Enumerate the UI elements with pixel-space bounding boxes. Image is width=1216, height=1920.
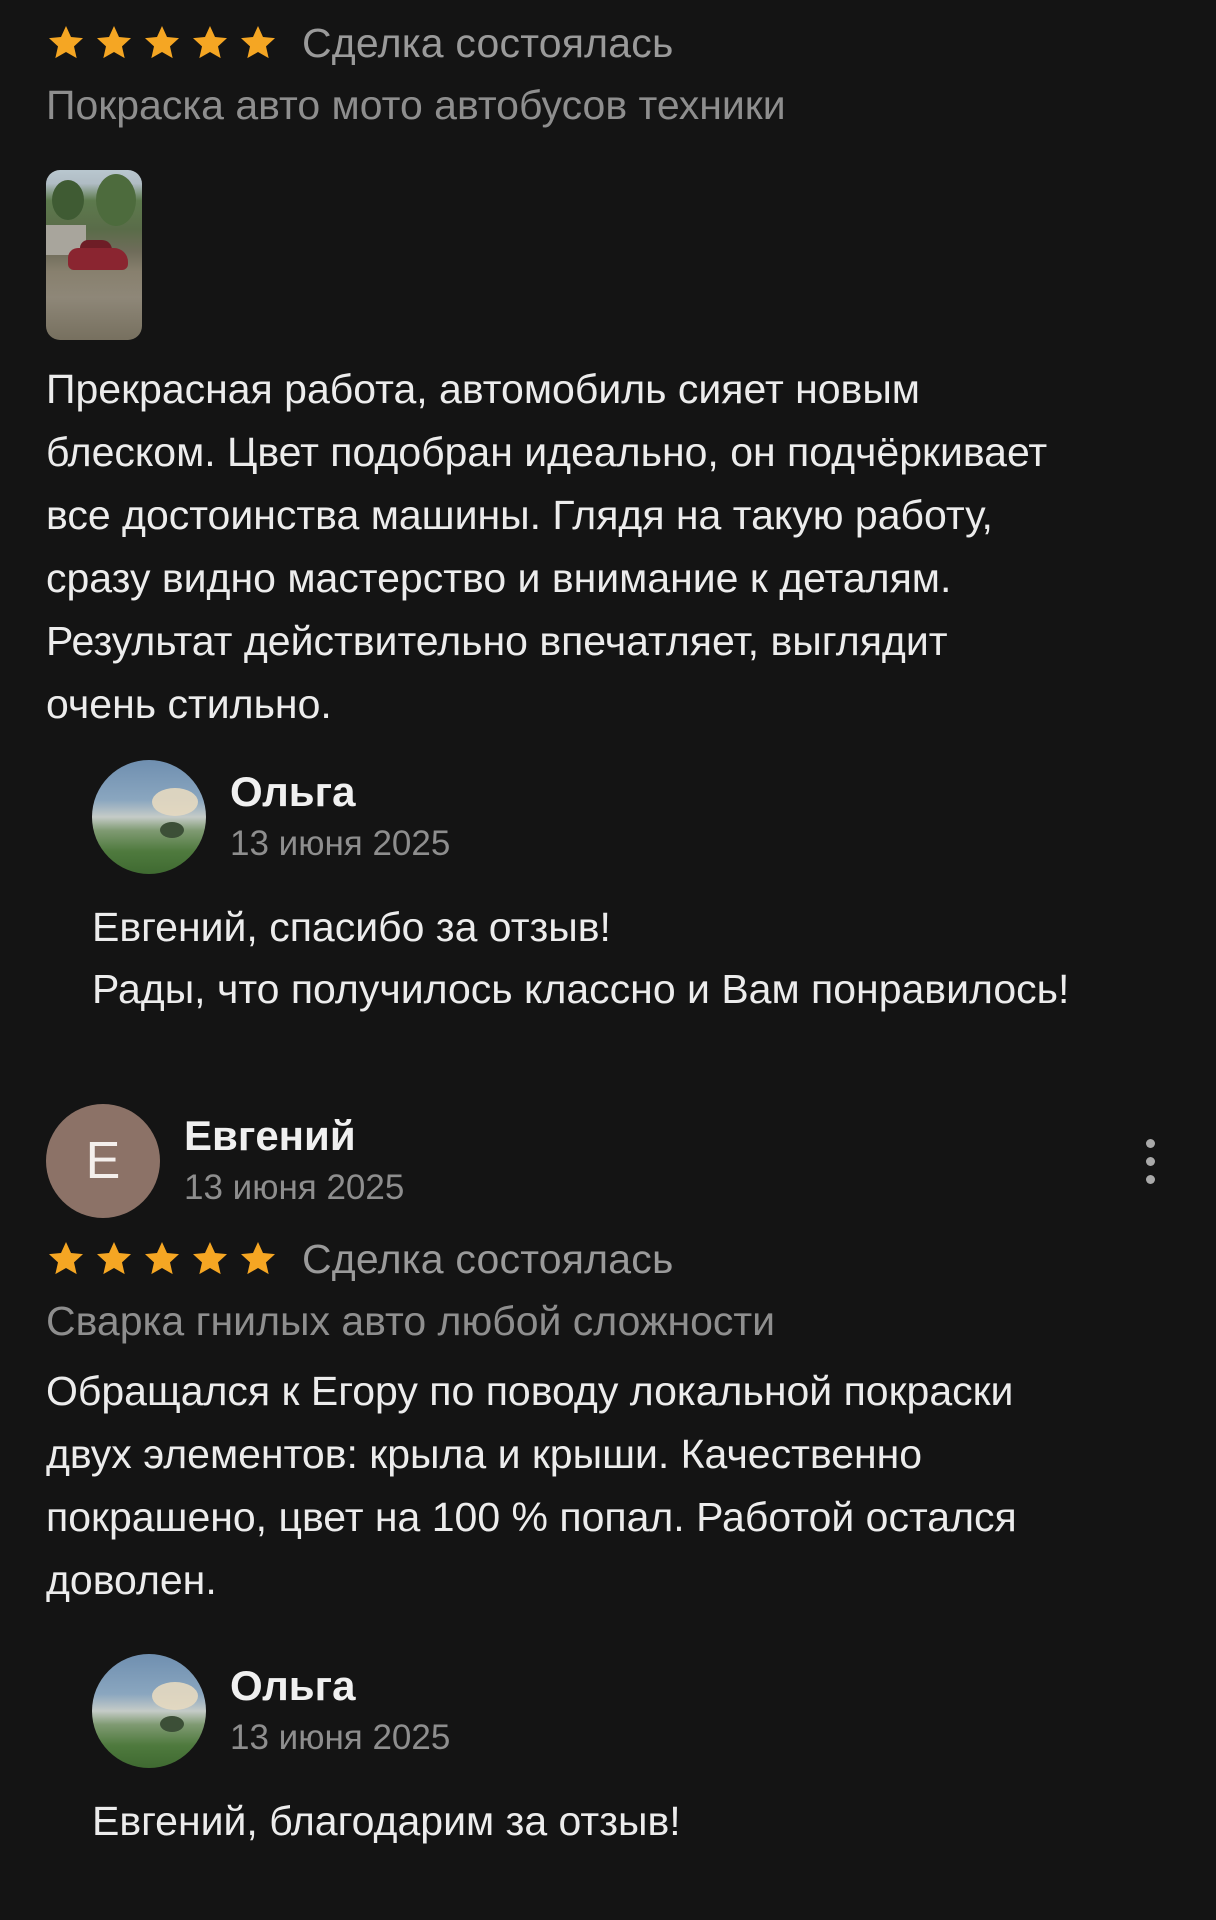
star-rating: [46, 23, 278, 63]
review-photo-thumbnail[interactable]: [46, 170, 142, 340]
star-icon: [49, 1242, 83, 1275]
review-author-row: Е Евгений 13 июня 2025: [46, 1104, 1170, 1218]
avatar[interactable]: [92, 760, 206, 874]
author-name[interactable]: Евгений: [184, 1109, 404, 1163]
more-options-button[interactable]: [1130, 1131, 1170, 1191]
review-card: Е Евгений 13 июня 2025 Сделка состоялась: [46, 1104, 1170, 1612]
service-name[interactable]: Сварка гнилых авто любой сложности: [46, 1290, 1170, 1352]
review-text: Обращался к Егору по поводу локальной по…: [46, 1368, 1017, 1603]
author-info: Ольга 13 июня 2025: [230, 765, 450, 869]
avatar-detail: [160, 822, 184, 838]
avatar-detail: [160, 1716, 184, 1732]
service-name[interactable]: Покраска авто мото автобусов техники: [46, 74, 1170, 136]
avatar-initial: Е: [85, 1132, 121, 1190]
star-icon: [241, 1242, 275, 1275]
reply-date: 13 июня 2025: [230, 824, 451, 863]
avatar-detail: [152, 1682, 198, 1710]
owner-reply: Ольга 13 июня 2025 Евгений, спасибо за о…: [92, 760, 1170, 1020]
avatar[interactable]: Е: [46, 1104, 160, 1218]
reviews-feed: Сделка состоялась Покраска авто мото авт…: [0, 0, 1216, 1920]
avatar-detail: [152, 788, 198, 816]
author-name[interactable]: Ольга: [230, 765, 450, 819]
reply-author-row: Ольга 13 июня 2025: [92, 1654, 1170, 1768]
rating-row: Сделка состоялась: [46, 12, 1170, 74]
reply-author-row: Ольга 13 июня 2025: [92, 760, 1170, 874]
author-info: Ольга 13 июня 2025: [230, 1659, 450, 1763]
more-vertical-icon: [1145, 1156, 1155, 1166]
owner-reply: Ольга 13 июня 2025 Евгений, благодарим з…: [92, 1654, 1170, 1852]
reply-date: 13 июня 2025: [230, 1718, 451, 1757]
review-card: Сделка состоялась Покраска авто мото авт…: [46, 12, 1170, 736]
avatar[interactable]: [92, 1654, 206, 1768]
review-date: 13 июня 2025: [184, 1168, 405, 1207]
star-icon: [193, 26, 227, 59]
photo-detail: [68, 248, 128, 270]
review-text: Прекрасная работа, автомобиль сияет новы…: [46, 366, 1048, 727]
star-icon: [97, 1242, 131, 1275]
photo-detail: [96, 174, 136, 226]
star-icon: [49, 26, 83, 59]
star-icon: [97, 26, 131, 59]
star-icon: [241, 26, 275, 59]
author-info: Евгений 13 июня 2025: [184, 1109, 404, 1213]
more-vertical-icon: [1145, 1174, 1155, 1184]
star-icon: [145, 1242, 179, 1275]
deal-status: Сделка состоялась: [302, 19, 674, 66]
rating-row: Сделка состоялась: [46, 1228, 1170, 1290]
author-name[interactable]: Ольга: [230, 1659, 450, 1713]
photo-detail: [52, 180, 84, 220]
star-rating: [46, 1239, 278, 1279]
deal-status: Сделка состоялась: [302, 1235, 674, 1282]
star-icon: [145, 26, 179, 59]
more-vertical-icon: [1145, 1138, 1155, 1148]
reply-text: Евгений, спасибо за отзыв! Рады, что пол…: [92, 904, 1070, 1012]
reply-text: Евгений, благодарим за отзыв!: [92, 1798, 681, 1844]
star-icon: [193, 1242, 227, 1275]
